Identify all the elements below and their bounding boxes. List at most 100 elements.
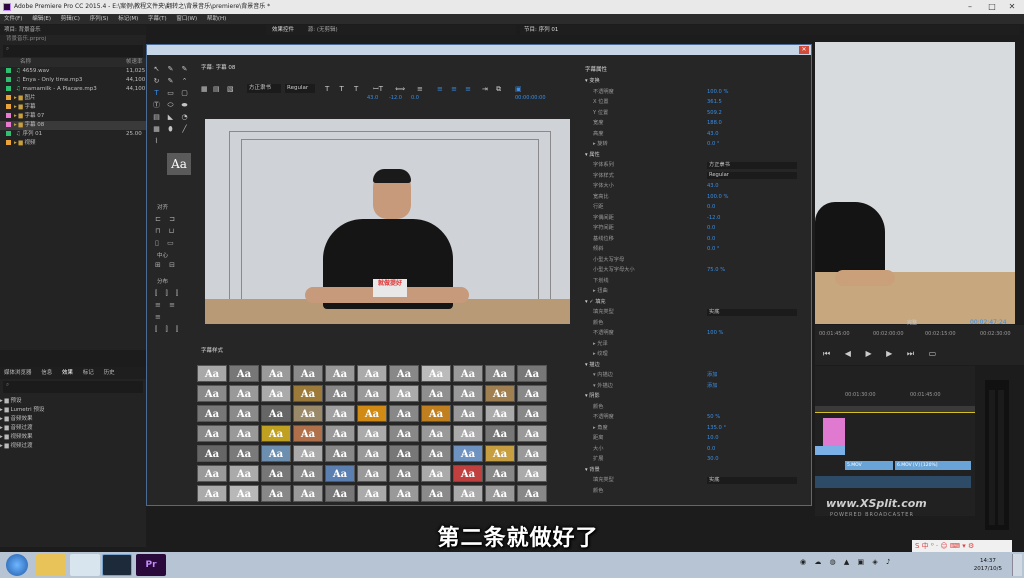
pen-delete-icon[interactable]: ✎ [166,77,175,86]
property-value[interactable]: 50 % [707,413,720,421]
title-style-swatch[interactable]: Aa [421,485,451,502]
property-value[interactable]: 30.0 [707,455,719,463]
property-row[interactable]: 字符间距 0.0 [581,224,809,232]
kerning-value[interactable]: -12.0 [389,95,402,101]
property-value[interactable]: 添加 [707,382,717,390]
menu-marker[interactable]: 标记(M) [114,14,142,24]
property-value[interactable]: 188.0 [707,119,722,127]
title-style-swatch[interactable]: Aa [389,425,419,442]
property-row[interactable]: 不透明度 100.0 % [581,88,809,96]
title-style-swatch[interactable]: Aa [517,425,547,442]
property-row[interactable]: 基线位移 0.0 [581,235,809,243]
project-search-input[interactable]: ⌕ [3,45,143,57]
property-value[interactable]: 509.2 [707,109,722,117]
roll-crawl-icon[interactable]: ▤ [213,81,220,97]
project-item[interactable]: ▸ ▆ 字幕 [0,103,146,112]
property-value[interactable]: 75.0 % [707,266,725,274]
title-style-swatch[interactable]: Aa [197,385,227,402]
project-item[interactable]: ♫ 序列 01 25.00 [0,130,146,139]
menu-help[interactable]: 帮助(H) [203,14,230,24]
property-row[interactable]: ▸ 扭曲 [581,287,809,295]
property-section[interactable]: ▾ 背景 [581,466,809,474]
title-style-swatch[interactable]: Aa [293,405,323,422]
title-style-swatch[interactable]: Aa [261,405,291,422]
taskbar-clock[interactable]: 14:37 2017/10/5 [974,557,1002,573]
title-style-swatch[interactable]: Aa [453,445,483,462]
title-style-swatch[interactable]: Aa [261,485,291,502]
premiere-taskbar-icon[interactable]: Pr [136,554,166,576]
title-style-swatch[interactable]: Aa [325,385,355,402]
title-style-swatch[interactable]: Aa [517,465,547,482]
property-row[interactable]: 不透明度 100 % [581,329,809,337]
property-section[interactable]: ▾ 阴影 [581,392,809,400]
path-vertical-icon[interactable]: ⌇ [152,137,161,146]
property-row[interactable]: 宽高比 100.0 % [581,193,809,201]
leading-value[interactable]: 0.0 [411,95,419,101]
styles-panel-tab[interactable]: 字幕样式 [197,345,557,357]
title-style-swatch[interactable]: Aa [357,465,387,482]
title-style-swatch[interactable]: Aa [485,405,515,422]
title-style-swatch[interactable]: Aa [517,405,547,422]
font-family-select[interactable]: 方正隶书 [247,84,281,93]
property-row[interactable]: 字体样式 Regular [581,172,809,180]
title-style-swatch[interactable]: Aa [357,425,387,442]
project-item[interactable]: ♫ mamamilk - A Placare.mp3 44,100 [0,85,146,94]
explorer-taskbar-icon[interactable] [36,554,66,576]
title-style-swatch[interactable]: Aa [325,485,355,502]
property-row[interactable]: 大小 0.0 [581,445,809,453]
title-style-swatch[interactable]: Aa [517,485,547,502]
title-style-swatch[interactable]: Aa [293,485,323,502]
property-value[interactable]: 0.0 ° [707,245,720,253]
tab-media-browser[interactable]: 媒体浏览器 [4,370,32,376]
title-style-swatch[interactable]: Aa [357,385,387,402]
title-style-swatch[interactable]: Aa [293,425,323,442]
ellipse-tool-icon[interactable]: ⬮ [166,125,175,134]
property-row[interactable]: 扩展 30.0 [581,455,809,463]
title-style-swatch[interactable]: Aa [485,365,515,382]
property-section[interactable]: ▾ 描边 [581,361,809,369]
effects-folder[interactable]: ▸ ▆ 视频效果 [0,433,146,442]
title-style-swatch[interactable]: Aa [197,405,227,422]
center-buttons[interactable]: ⊞ ⊟ [155,261,178,269]
pen-tool-icon[interactable]: ✎ [166,65,175,74]
property-row[interactable]: 不透明度 50 % [581,413,809,421]
align-text-buttons[interactable]: ≡ ≡ ≡ [437,81,474,97]
transport-controls[interactable]: ⏮ ◀ ▶ ▶ ⏭ ▭ [823,349,942,359]
property-row[interactable]: 下划线 [581,277,809,285]
property-row[interactable]: 距离 10.0 [581,434,809,442]
title-style-swatch[interactable]: Aa [325,465,355,482]
convert-anchor-icon[interactable]: ⌃ [180,77,189,86]
property-value[interactable]: 43.0 [707,182,719,190]
property-select[interactable]: 方正隶书 [707,161,797,169]
title-style-swatch[interactable]: Aa [325,405,355,422]
clip-a[interactable] [815,446,845,455]
title-style-swatch[interactable]: Aa [357,485,387,502]
titler-panel-tab[interactable]: 字幕: 字幕 08 [197,63,577,73]
title-style-swatch[interactable]: Aa [389,405,419,422]
title-style-swatch[interactable]: Aa [517,445,547,462]
title-style-swatch[interactable]: Aa [229,405,259,422]
title-style-swatch[interactable]: Aa [389,445,419,462]
title-style-swatch[interactable]: Aa [453,425,483,442]
title-style-swatch[interactable]: Aa [485,425,515,442]
title-style-swatch[interactable]: Aa [421,365,451,382]
property-row[interactable]: ▸ 旋转 0.0 ° [581,140,809,148]
property-section[interactable]: ▾ ✓ 填充 [581,298,809,306]
title-style-swatch[interactable]: Aa [517,365,547,382]
tab-effect-controls[interactable]: 效果控件 [266,27,300,33]
font-style-select[interactable]: Regular [285,84,315,93]
title-style-swatch[interactable]: Aa [197,465,227,482]
font-size-value[interactable]: 43.0 [367,95,378,101]
align-buttons[interactable]: ⊏ ⊐ ⊓ ⊔ ▯ ▭ [155,213,191,249]
menu-file[interactable]: 文件(F) [0,14,26,24]
title-style-swatch[interactable]: Aa [293,385,323,402]
title-style-swatch[interactable]: Aa [389,465,419,482]
arc-tool-icon[interactable]: ◔ [180,113,189,122]
files-taskbar-icon[interactable] [70,554,100,576]
selection-tool-icon[interactable]: ↖ [152,65,161,74]
wedge-tool-icon[interactable]: ◣ [166,113,175,122]
title-style-swatch[interactable]: Aa [453,465,483,482]
column-rate[interactable]: 帧速率 [126,58,143,67]
title-style-swatch[interactable]: Aa [293,365,323,382]
title-style-swatch[interactable]: Aa [389,385,419,402]
